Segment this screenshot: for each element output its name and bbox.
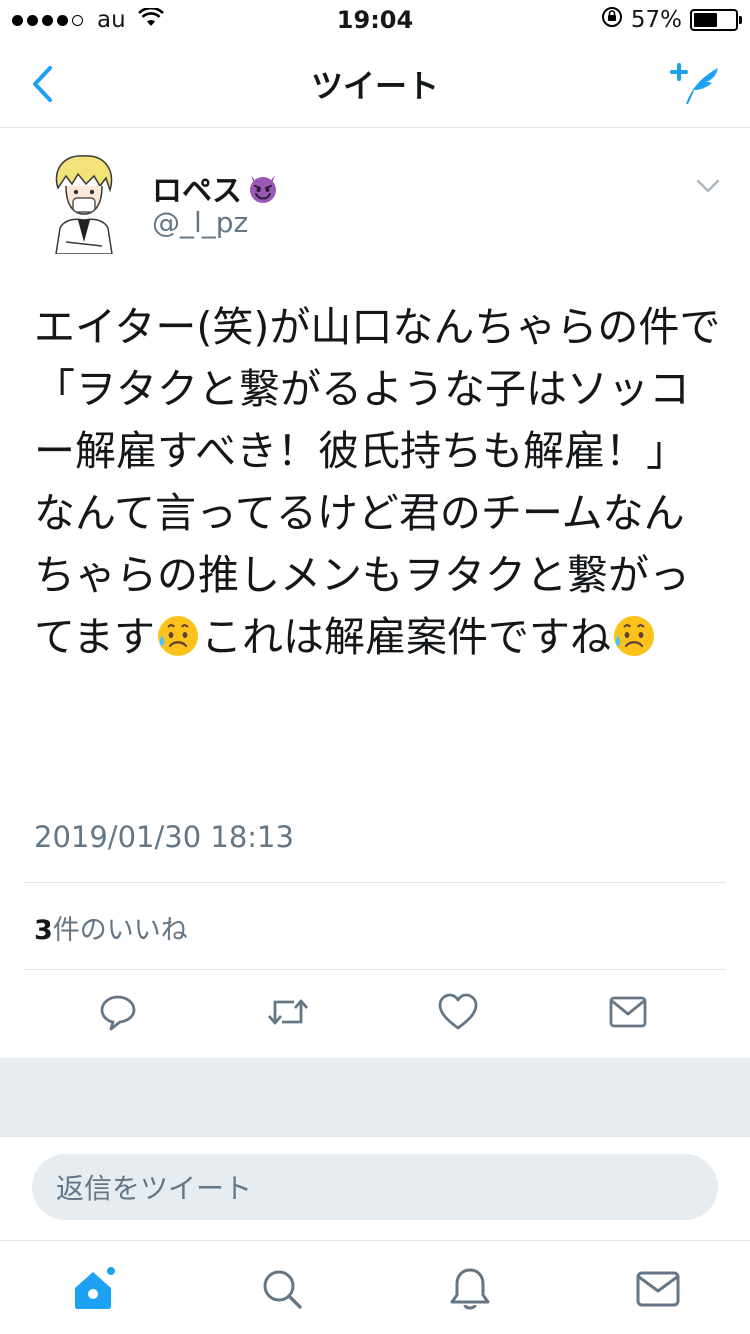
display-name[interactable]: ロペス — [152, 166, 280, 210]
chevron-down-icon[interactable] — [694, 172, 722, 200]
reply-icon[interactable] — [96, 990, 140, 1034]
likes-count: 3 — [34, 915, 53, 946]
likes-count-link[interactable]: 3件のいいね — [34, 908, 188, 947]
tab-bar — [0, 1240, 750, 1334]
battery-percent: 57% — [630, 7, 682, 33]
page-title: ツイート — [310, 66, 439, 105]
retweet-icon[interactable] — [266, 990, 310, 1034]
search-icon[interactable] — [256, 1263, 308, 1315]
compose-tweet-icon[interactable] — [666, 58, 726, 110]
battery-icon — [690, 9, 742, 31]
username[interactable]: @_l_pz — [152, 206, 248, 239]
wifi-icon — [137, 6, 164, 34]
reply-bar: 返信をツイート — [0, 1136, 750, 1236]
tweet-text-part-1: エイター(笑)が山口なんちゃらの件で 「ヲタクと繋がるような子はソッコー解雇すべ… — [34, 303, 721, 661]
sad-relieved-face-emoji-icon — [155, 613, 201, 659]
tweet-text-part-2: これは解雇案件ですね — [200, 613, 611, 661]
divider — [24, 969, 726, 970]
notifications-icon[interactable] — [444, 1263, 496, 1315]
smiling-devil-emoji-icon — [246, 171, 280, 205]
divider — [24, 882, 726, 883]
tweet-actions — [0, 990, 750, 1038]
content-separator — [0, 1058, 750, 1136]
sad-relieved-face-emoji-icon — [611, 613, 657, 659]
like-icon[interactable] — [436, 990, 480, 1034]
signal-strength-icon — [12, 14, 83, 26]
home-icon[interactable] — [68, 1263, 120, 1315]
tweet-text: エイター(笑)が山口なんちゃらの件で 「ヲタクと繋がるような子はソッコー解雇すべ… — [34, 296, 724, 668]
display-name-text: ロペス — [152, 174, 242, 209]
share-icon[interactable] — [606, 990, 650, 1034]
navigation-bar: ツイート — [0, 40, 750, 128]
reply-input[interactable]: 返信をツイート — [32, 1154, 718, 1220]
battery-level — [694, 13, 717, 27]
carrier-name: au — [97, 7, 126, 33]
orientation-lock-icon — [601, 6, 623, 34]
tweet-timestamp: 2019/01/30 18:13 — [34, 820, 294, 854]
chevron-left-icon[interactable] — [24, 62, 60, 106]
status-bar: au 19:04 57% — [0, 0, 750, 40]
likes-label: 件のいいね — [52, 915, 188, 946]
messages-icon[interactable] — [632, 1263, 684, 1315]
avatar[interactable] — [46, 150, 122, 255]
